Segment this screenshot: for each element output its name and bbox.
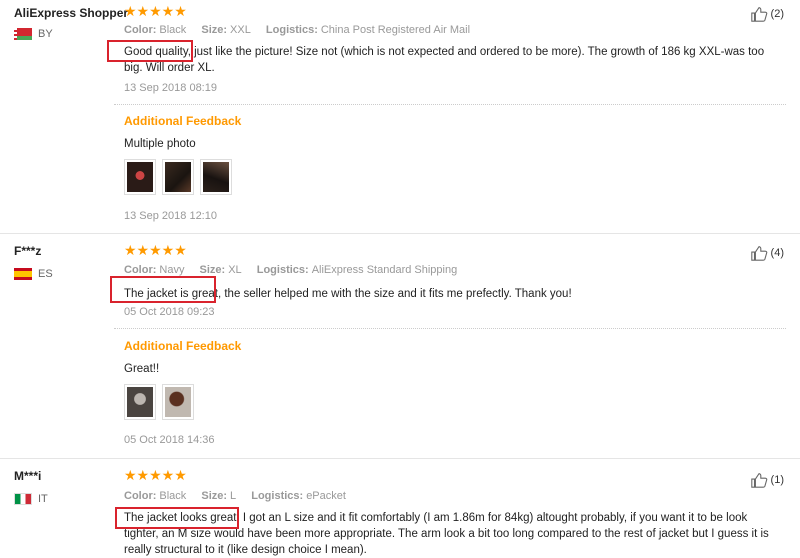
review-item: F***z ES ★★★★★ Color: Navy Size: XL Logist… <box>0 234 800 458</box>
order-info: Color: Black Size: L Logistics: ePacket <box>124 490 358 502</box>
review-text-line: Good quality, just like the picture! Siz… <box>124 46 765 58</box>
helpful-count: (4) <box>770 247 784 259</box>
logistics-value: AliExpress Standard Shipping <box>311 264 458 276</box>
size-value: XXL <box>230 24 251 36</box>
photo-thumbnail[interactable] <box>124 159 156 195</box>
reviewer-country: IT <box>14 493 48 505</box>
additional-feedback-title: Additional Feedback <box>124 339 242 353</box>
stars: ★★★★★ <box>124 4 187 20</box>
reviewer-name: M***i <box>14 469 42 483</box>
star-rating: ★★★★★ <box>124 244 187 258</box>
size-value: L <box>230 490 237 502</box>
thumbs-up-icon <box>750 473 767 488</box>
photo-thumbnail[interactable] <box>200 159 232 195</box>
order-info: Color: Black Size: XXL Logistics: China Pos… <box>124 24 482 36</box>
review-text-line: The jacket is great, the seller helped m… <box>124 288 572 300</box>
reviewer-name: AliExpress Shopper <box>14 6 129 20</box>
logistics-label: Logistics: <box>265 24 318 36</box>
color-value: Black <box>159 24 187 36</box>
spain-flag-icon <box>14 268 32 280</box>
review-text: The jacket is great, the seller helped m… <box>124 286 784 302</box>
photo-thumbnail[interactable] <box>162 384 194 420</box>
thumbs-up-icon <box>750 246 767 261</box>
helpful-count: (2) <box>770 8 784 20</box>
review-date: 13 Sep 2018 08:19 <box>124 82 217 94</box>
thumbs-up-icon <box>750 7 767 22</box>
country-code: IT <box>38 493 48 505</box>
helpful-button[interactable]: (1) <box>750 471 784 489</box>
country-code: BY <box>38 28 53 40</box>
helpful-count: (1) <box>770 474 784 486</box>
additional-feedback-date: 13 Sep 2018 12:10 <box>124 210 217 222</box>
color-value: Navy <box>159 264 185 276</box>
stars: ★★★★★ <box>124 468 187 484</box>
logistics-value: ePacket <box>306 490 346 502</box>
reviewer-country: ES <box>14 268 53 280</box>
size-label: Size: <box>201 24 228 36</box>
color-label: Color: <box>124 24 157 36</box>
order-info: Color: Navy Size: XL Logistics: AliExpress … <box>124 264 469 276</box>
review-item: M***i IT ★★★★★ Color: Black Size: L Logist… <box>0 459 800 558</box>
section-divider <box>114 328 786 329</box>
photo-thumbnail[interactable] <box>162 159 194 195</box>
additional-feedback-title: Additional Feedback <box>124 114 242 128</box>
italy-flag-icon <box>14 493 32 505</box>
photo-thumbnails <box>124 384 194 420</box>
size-value: XL <box>228 264 242 276</box>
star-rating: ★★★★★ <box>124 469 187 483</box>
review-text: The jacket looks great, I got an L size … <box>124 510 784 558</box>
review-date: 05 Oct 2018 09:23 <box>124 306 215 318</box>
additional-feedback-date: 05 Oct 2018 14:36 <box>124 434 215 446</box>
review-text-line: The jacket looks great, I got an L size … <box>124 512 748 524</box>
reviewer-country: BY <box>14 28 53 40</box>
section-divider <box>114 104 786 105</box>
size-label: Size: <box>201 490 228 502</box>
color-value: Black <box>159 490 187 502</box>
color-label: Color: <box>124 264 157 276</box>
helpful-button[interactable]: (2) <box>750 5 784 23</box>
photo-thumbnails <box>124 159 232 195</box>
logistics-value: China Post Registered Air Mail <box>320 24 471 36</box>
size-label: Size: <box>199 264 226 276</box>
review-text-line: tighter, an M size would have been more … <box>124 528 769 540</box>
review-item: AliExpress Shopper BY ★★★★★ Color: Black … <box>0 0 800 233</box>
belarus-flag-icon <box>14 28 32 40</box>
review-text-line: really structural to it (like design cho… <box>124 544 367 556</box>
helpful-button[interactable]: (4) <box>750 244 784 262</box>
review-text-line: big. Will order XL. <box>124 62 215 74</box>
star-rating: ★★★★★ <box>124 5 187 19</box>
color-label: Color: <box>124 490 157 502</box>
reviewer-name: F***z <box>14 244 42 258</box>
additional-feedback-text: Multiple photo <box>124 138 196 150</box>
photo-thumbnail[interactable] <box>124 384 156 420</box>
additional-feedback-text: Great!! <box>124 363 160 375</box>
logistics-label: Logistics: <box>256 264 309 276</box>
stars: ★★★★★ <box>124 243 187 259</box>
logistics-label: Logistics: <box>251 490 304 502</box>
country-code: ES <box>38 268 53 280</box>
review-text: Good quality, just like the picture! Siz… <box>124 44 784 76</box>
